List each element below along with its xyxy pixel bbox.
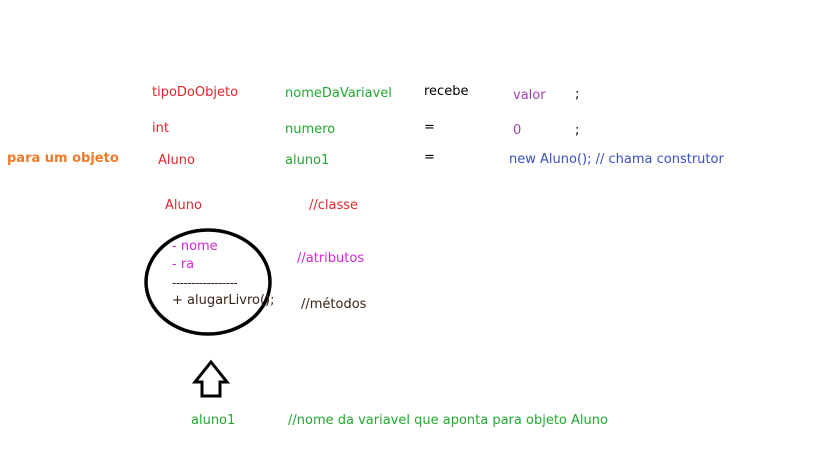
class-comment: //classe [309,198,359,213]
attributes-comment: //atributos [297,251,365,266]
syntax-semicolon: ; [575,87,580,102]
attribute-ra: - ra [172,257,195,272]
object-side-label: para um objeto [7,151,119,166]
diagram-shapes [144,228,272,398]
object-type-label: Aluno [158,153,195,168]
object-value-label: new Aluno(); // chama construtor [509,152,724,167]
int-assign-label: = [424,120,435,135]
int-semicolon: ; [575,123,580,138]
syntax-value-label: valor [513,88,546,103]
methods-comment: //métodos [301,297,367,312]
up-arrow-icon [191,359,231,398]
int-value-label: 0 [513,123,522,138]
class-name-label: Aluno [165,198,202,213]
syntax-name-label: nomeDaVariavel [285,86,392,101]
syntax-assign-label: recebe [424,84,469,99]
int-type-label: int [152,121,169,136]
method-alugar-livro: + alugarLivro(); [172,293,275,308]
attribute-nome: - nome [172,239,218,254]
object-name-label: aluno1 [285,153,330,168]
int-name-label: numero [285,122,336,137]
reference-variable: aluno1 [191,413,236,428]
class-divider: ----------------- [172,276,238,290]
syntax-type-label: tipoDoObjeto [152,85,239,100]
reference-comment: //nome da variavel que aponta para objet… [288,413,608,428]
object-assign-label: = [424,150,435,165]
